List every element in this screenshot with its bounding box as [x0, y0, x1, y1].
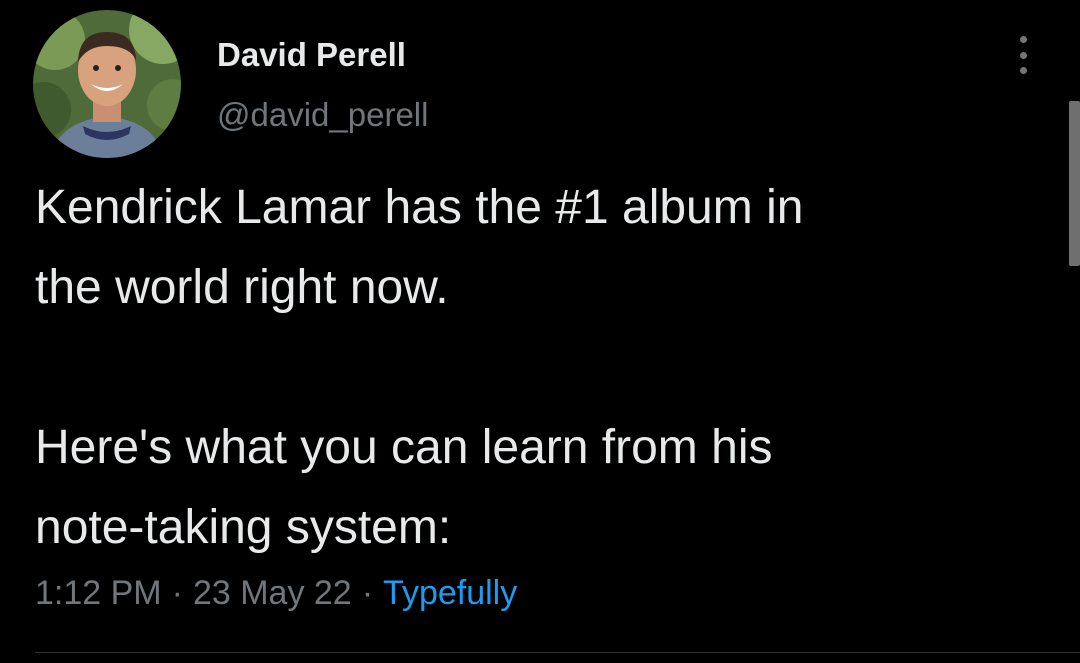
- tweet-date[interactable]: 23 May 22: [193, 574, 352, 612]
- avatar-photo: [33, 10, 181, 158]
- tweet-paragraph: Kendrick Lamar has the #1 album in the w…: [35, 181, 804, 314]
- more-vertical-icon-dot: [1019, 67, 1027, 74]
- tweet-text: Kendrick Lamar has the #1 album in the w…: [35, 168, 1035, 568]
- author-handle[interactable]: @david_perell: [217, 96, 428, 134]
- author-display-name[interactable]: David Perell: [217, 36, 406, 74]
- meta-separator: ·: [361, 574, 374, 612]
- tweet-source-link[interactable]: Typefully: [383, 574, 517, 612]
- tweet-meta: 1:12 PM · 23 May 22 · Typefully: [35, 574, 517, 613]
- more-vertical-icon: [1019, 36, 1027, 43]
- meta-separator: ·: [171, 574, 183, 612]
- divider: [35, 652, 1080, 653]
- tweet-time[interactable]: 1:12 PM: [35, 574, 162, 612]
- avatar[interactable]: [33, 10, 181, 158]
- more-vertical-icon-dot: [1019, 51, 1027, 59]
- scrollbar-thumb[interactable]: [1069, 101, 1080, 266]
- more-options-button[interactable]: [1008, 36, 1038, 74]
- tweet-paragraph: Here's what you can learn from his note-…: [35, 421, 773, 554]
